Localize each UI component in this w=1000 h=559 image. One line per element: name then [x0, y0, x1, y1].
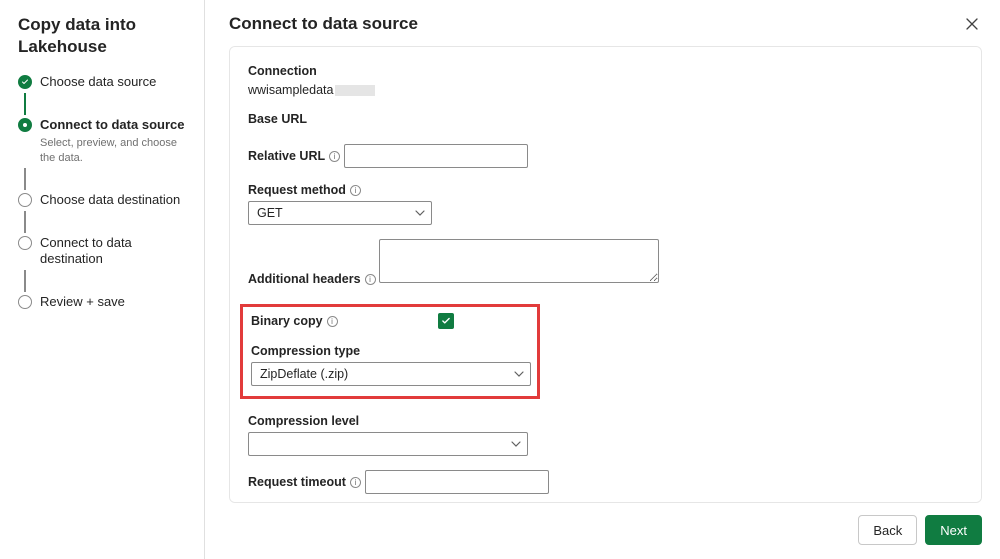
- binary-copy-checkbox[interactable]: [438, 313, 454, 329]
- info-icon[interactable]: i: [350, 477, 361, 488]
- relative-url-input[interactable]: [344, 144, 528, 168]
- binary-copy-label: Binary copy i: [251, 314, 338, 328]
- close-button[interactable]: [962, 14, 982, 34]
- footer-actions: Back Next: [229, 503, 982, 545]
- step-connector: [24, 91, 190, 117]
- current-step-icon: [18, 118, 32, 132]
- step-connector: [24, 268, 190, 294]
- main-panel: Connect to data source Connection wwisam…: [205, 0, 1000, 559]
- step-connector: [24, 166, 190, 192]
- wizard-title: Copy data into Lakehouse: [18, 14, 190, 58]
- form-card: Connection wwisampledata Base URL Relati…: [229, 46, 982, 503]
- pending-step-icon: [18, 193, 32, 207]
- chevron-down-icon: [514, 369, 524, 379]
- chevron-down-icon: [415, 208, 425, 218]
- request-timeout-input[interactable]: [365, 470, 549, 494]
- additional-headers-input[interactable]: [379, 239, 659, 283]
- compression-type-select[interactable]: ZipDeflate (.zip): [251, 362, 531, 386]
- step-choose-data-destination[interactable]: Choose data destination: [18, 192, 190, 209]
- step-connect-to-data-source[interactable]: Connect to data source Select, preview, …: [18, 117, 190, 166]
- wizard-sidebar: Copy data into Lakehouse Choose data sou…: [0, 0, 205, 559]
- base-url-label: Base URL: [248, 112, 307, 126]
- info-icon[interactable]: i: [329, 151, 340, 162]
- info-icon[interactable]: i: [350, 185, 361, 196]
- request-timeout-label: Request timeout i: [248, 475, 361, 489]
- compression-type-field: Compression type ZipDeflate (.zip): [251, 343, 529, 386]
- request-method-label: Request method i: [248, 183, 361, 197]
- connection-value: wwisampledata: [248, 83, 333, 97]
- step-connect-to-data-destination[interactable]: Connect to data destination: [18, 235, 190, 269]
- info-icon[interactable]: i: [365, 274, 376, 285]
- compression-level-field: Compression level: [248, 413, 963, 456]
- step-choose-data-source[interactable]: Choose data source: [18, 74, 190, 91]
- check-icon: [18, 75, 32, 89]
- back-button[interactable]: Back: [858, 515, 917, 545]
- relative-url-label: Relative URL i: [248, 149, 340, 163]
- compression-type-label: Compression type: [251, 344, 360, 358]
- additional-headers-label: Additional headers i: [248, 272, 376, 286]
- next-button[interactable]: Next: [925, 515, 982, 545]
- connection-label: Connection: [248, 64, 317, 78]
- highlight-annotation: Binary copy i Compression type ZipDeflat…: [240, 304, 540, 399]
- base-url-field: Base URL: [248, 111, 963, 130]
- checkmark-icon: [441, 316, 451, 326]
- compression-level-select[interactable]: [248, 432, 528, 456]
- redacted-text: [335, 85, 375, 96]
- step-review-save[interactable]: Review + save: [18, 294, 190, 311]
- request-method-select[interactable]: GET: [248, 201, 432, 225]
- chevron-down-icon: [511, 439, 521, 449]
- info-icon[interactable]: i: [327, 316, 338, 327]
- relative-url-field: Relative URL i: [248, 144, 963, 168]
- wizard-steps: Choose data source Connect to data sourc…: [18, 74, 190, 311]
- compression-level-label: Compression level: [248, 414, 359, 428]
- additional-headers-field: Additional headers i: [248, 239, 963, 290]
- request-method-field: Request method i GET: [248, 182, 963, 225]
- pending-step-icon: [18, 236, 32, 250]
- step-connector: [24, 209, 190, 235]
- connection-field: Connection wwisampledata: [248, 63, 963, 97]
- close-icon: [964, 16, 980, 32]
- page-title: Connect to data source: [229, 14, 418, 34]
- pending-step-icon: [18, 295, 32, 309]
- request-timeout-field: Request timeout i: [248, 470, 963, 494]
